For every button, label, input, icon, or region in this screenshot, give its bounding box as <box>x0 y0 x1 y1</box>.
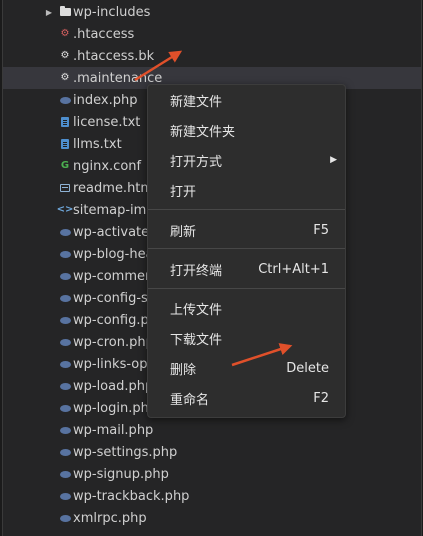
text-file-icon <box>59 133 71 155</box>
tree-item-label: nginx.conf <box>73 158 142 174</box>
php-icon <box>59 331 71 353</box>
gear-icon: ⚙ <box>60 28 70 39</box>
menu-item-new-folder[interactable]: 新建文件夹 <box>148 115 345 145</box>
menu-item-open-with[interactable]: 打开方式 ▶ <box>148 145 345 175</box>
php-icon <box>59 89 71 111</box>
folder-icon <box>59 1 71 23</box>
tree-item-label: wp-config.ph <box>73 312 157 328</box>
php-icon <box>59 287 71 309</box>
tree-item-label: .htaccess.bk <box>73 48 155 64</box>
chevron-right-icon: ▶ <box>330 155 337 165</box>
php-icon <box>59 419 71 441</box>
tree-item-label: readme.html <box>73 180 157 196</box>
tree-item-label: xmlrpc.php <box>73 510 147 526</box>
php-icon <box>59 353 71 375</box>
text-file-icon <box>59 111 71 133</box>
gear-icon: ⚙ <box>60 50 70 61</box>
menu-item-new-file[interactable]: 新建文件 <box>148 85 345 115</box>
chevron-right-icon[interactable]: ▶ <box>45 1 53 23</box>
html-icon <box>59 177 71 199</box>
tree-item-label: wp-trackback.php <box>73 488 190 504</box>
menu-item-shortcut: Delete <box>286 360 329 376</box>
tree-item-label: wp-blog-hea <box>73 246 154 262</box>
tree-item-label: wp-settings.php <box>73 444 178 460</box>
menu-item-rename[interactable]: 重命名 F2 <box>148 383 345 413</box>
tree-item-label: wp-cron.php <box>73 334 154 350</box>
menu-item-label: 重命名 <box>170 392 210 408</box>
menu-separator <box>148 209 345 210</box>
menu-item-download-file[interactable]: 下载文件 <box>148 323 345 353</box>
tree-item-label: license.txt <box>73 114 141 130</box>
menu-item-label: 下载文件 <box>170 332 223 348</box>
menu-item-refresh[interactable]: 刷新 F5 <box>148 215 345 245</box>
tree-item-wp-signup[interactable]: wp-signup.php <box>3 463 421 485</box>
tree-item-label: wp-load.php <box>73 378 154 394</box>
menu-item-label: 上传文件 <box>170 302 223 318</box>
menu-item-open-terminal[interactable]: 打开终端 Ctrl+Alt+1 <box>148 254 345 284</box>
tree-item-label: llms.txt <box>73 136 122 152</box>
menu-item-open[interactable]: 打开 <box>148 175 345 205</box>
menu-item-label: 新建文件夹 <box>170 124 236 140</box>
php-icon <box>59 309 71 331</box>
menu-item-shortcut: F2 <box>313 390 329 406</box>
menu-item-upload-file[interactable]: 上传文件 <box>148 293 345 323</box>
php-icon <box>59 507 71 529</box>
php-icon <box>59 243 71 265</box>
tree-item-label: .htaccess <box>73 26 135 42</box>
tree-item-xmlrpc[interactable]: xmlrpc.php <box>3 507 421 529</box>
tree-item-label: wp-signup.php <box>73 466 169 482</box>
xml-icon: <> <box>56 204 74 215</box>
php-icon <box>59 375 71 397</box>
php-icon <box>59 221 71 243</box>
menu-item-label: 打开终端 <box>170 263 223 279</box>
menu-item-delete[interactable]: 删除 Delete <box>148 353 345 383</box>
tree-item-label: index.php <box>73 92 138 108</box>
tree-item-label: wp-includes <box>73 4 151 20</box>
gear-icon: ⚙ <box>60 72 70 83</box>
menu-item-shortcut: F5 <box>313 222 329 238</box>
nginx-icon: G <box>60 160 70 171</box>
menu-item-label: 新建文件 <box>170 94 223 110</box>
php-icon <box>59 463 71 485</box>
tree-item-wp-settings[interactable]: wp-settings.php <box>3 441 421 463</box>
php-icon <box>59 441 71 463</box>
context-menu: 新建文件 新建文件夹 打开方式 ▶ 打开 刷新 F5 打开终端 Ctrl+Alt… <box>147 84 346 418</box>
tree-item-label: wp-mail.php <box>73 422 154 438</box>
tree-item-wp-trackback[interactable]: wp-trackback.php <box>3 485 421 507</box>
tree-item-htaccess[interactable]: ⚙ .htaccess <box>3 23 421 45</box>
menu-item-label: 删除 <box>170 362 197 378</box>
tree-item-label: wp-login.php <box>73 400 158 416</box>
php-icon <box>59 485 71 507</box>
menu-item-label: 打开方式 <box>170 154 223 170</box>
menu-separator <box>148 248 345 249</box>
tree-item-label: wp-config-sa <box>73 290 156 306</box>
php-icon <box>59 265 71 287</box>
tree-item-wp-includes[interactable]: ▶ wp-includes <box>3 1 421 23</box>
menu-separator <box>148 288 345 289</box>
tree-item-wp-mail[interactable]: wp-mail.php <box>3 419 421 441</box>
menu-item-label: 打开 <box>170 184 197 200</box>
tree-item-htaccess-bk[interactable]: ⚙ .htaccess.bk <box>3 45 421 67</box>
menu-item-label: 刷新 <box>170 224 197 240</box>
php-icon <box>59 397 71 419</box>
menu-item-shortcut: Ctrl+Alt+1 <box>258 261 329 277</box>
tree-item-label: wp-comment <box>73 268 159 284</box>
